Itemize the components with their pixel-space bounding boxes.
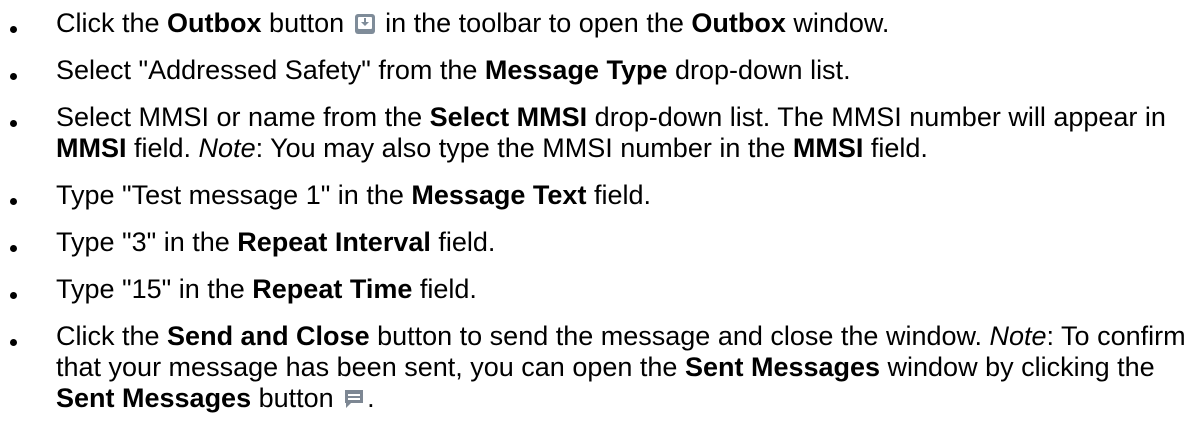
note-label: Note (989, 321, 1047, 351)
step-text: field. (863, 133, 928, 163)
step-text: button (251, 383, 342, 413)
message-text-term: Message Text (411, 180, 587, 210)
list-item-step-7: Click the Send and Close button to send … (0, 321, 1187, 414)
send-and-close-term: Send and Close (167, 321, 370, 351)
step-text: field. (586, 180, 651, 210)
step-text: drop-down list. The MMSI number will app… (587, 102, 1166, 132)
step-text: button to send the message and close the… (369, 321, 990, 351)
repeat-time-term: Repeat Time (252, 274, 413, 304)
repeat-interval-term: Repeat Interval (237, 227, 431, 257)
step-text: field. (430, 227, 496, 257)
list-item-step-1: Click the Outbox button in the toolbar t… (0, 8, 1187, 39)
step-text: Select "Addressed Safety" from the (56, 55, 485, 85)
instruction-list: Click the Outbox button in the toolbar t… (0, 0, 1187, 414)
sent-messages-term: Sent Messages (684, 352, 881, 382)
sent-messages-icon (343, 388, 365, 410)
list-item-step-3: Select MMSI or name from the Select MMSI… (0, 102, 1187, 164)
step-text: Select MMSI or name from the (56, 102, 430, 132)
mmsi-term: MMSI (792, 133, 864, 163)
step-text: Type "3" in the (56, 227, 238, 257)
message-type-term: Message Type (484, 55, 668, 85)
step-text: button (261, 8, 352, 38)
list-item-step-6: Type "15" in the Repeat Time field. (0, 274, 1187, 305)
step-text: field. (412, 274, 477, 304)
step-text: window. (785, 8, 890, 38)
list-item-step-4: Type "Test message 1" in the Message Tex… (0, 180, 1187, 211)
sent-messages-term: Sent Messages (56, 383, 252, 413)
list-item-step-5: Type "3" in the Repeat Interval field. (0, 227, 1187, 258)
step-text: drop-down list. (667, 55, 851, 85)
step-text: . (367, 383, 375, 413)
select-mmsi-term: Select MMSI (429, 102, 588, 132)
step-text: Click the (56, 8, 168, 38)
mmsi-term: MMSI (56, 133, 127, 163)
note-label: Note (198, 133, 256, 163)
step-text: window by clicking the (880, 352, 1155, 382)
list-item-step-2: Select "Addressed Safety" from the Messa… (0, 55, 1187, 86)
outbox-icon (354, 13, 376, 35)
step-text: in the toolbar to open the (377, 8, 692, 38)
step-text: Type "15" in the (56, 274, 253, 304)
step-text: : You may also type the MMSI number in t… (255, 133, 793, 163)
outbox-term: Outbox (167, 8, 262, 38)
step-text: Type "Test message 1" in the (56, 180, 412, 210)
step-text: field. (126, 133, 199, 163)
outbox-term: Outbox (691, 8, 786, 38)
step-text: Click the (56, 321, 168, 351)
